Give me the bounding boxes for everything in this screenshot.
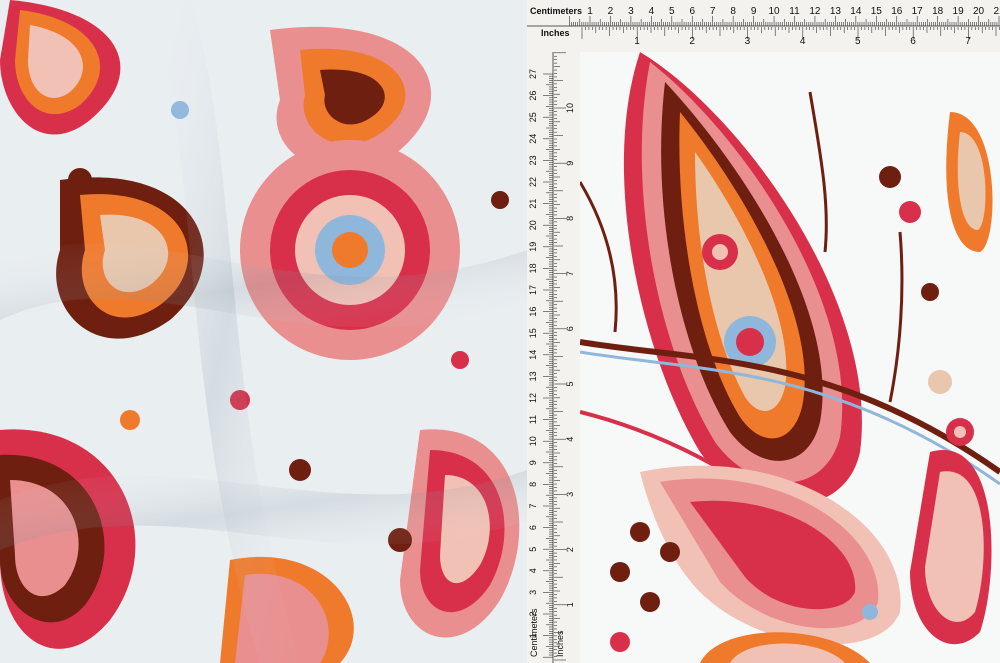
flat-fabric-panel	[580, 52, 1000, 663]
top-inch-tick-label: 2	[689, 36, 695, 47]
side-inch-tick-label: 3	[565, 492, 575, 497]
top-cm-tick-label: 16	[891, 6, 903, 17]
side-cm-tick-label: 13	[528, 371, 538, 381]
side-inch-tick-label: 8	[565, 216, 575, 221]
top-inch-tick-label: 3	[745, 36, 751, 47]
side-inch-tick-label: 4	[565, 437, 575, 442]
side-cm-tick-label: 21	[528, 199, 538, 209]
top-cm-tick-label: 21	[993, 6, 1000, 17]
side-ruler-scale: 2726252423222120191817161514131211109876…	[528, 52, 575, 663]
top-cm-tick-label: 5	[669, 6, 675, 17]
side-cm-tick-label: 6	[528, 525, 538, 530]
top-inch-tick-label: 4	[800, 36, 806, 47]
top-cm-tick-label: 15	[871, 6, 883, 17]
top-cm-tick-label: 2	[608, 6, 614, 17]
top-cm-tick-label: 6	[689, 6, 695, 17]
side-cm-tick-label: 17	[528, 285, 538, 295]
top-cm-tick-label: 14	[850, 6, 862, 17]
side-cm-tick-label: 10	[528, 436, 538, 446]
side-cm-tick-label: 4	[528, 568, 538, 573]
top-cm-tick-label: 9	[751, 6, 757, 17]
draped-fabric-panel	[0, 0, 527, 663]
fabric-photo: 123456789101112131415161718192021 123456…	[0, 0, 1000, 663]
top-cm-tick-label: 18	[932, 6, 944, 17]
top-cm-tick-label: 12	[809, 6, 821, 17]
side-cm-tick-label: 14	[528, 350, 538, 360]
top-cm-tick-label: 4	[649, 6, 655, 17]
side-cm-tick-label: 3	[528, 590, 538, 595]
side-cm-tick-label: 22	[528, 177, 538, 187]
flat-paisley-print	[580, 52, 1000, 663]
top-inch-tick-label: 7	[965, 36, 971, 47]
top-cm-tick-label: 13	[830, 6, 842, 17]
top-cm-tick-label: 8	[730, 6, 736, 17]
side-cm-tick-label: 11	[528, 415, 538, 424]
top-cm-tick-label: 20	[973, 6, 985, 17]
side-cm-tick-label: 7	[528, 503, 538, 508]
side-cm-tick-label: 9	[528, 460, 538, 465]
side-cm-label: Centimeters	[529, 608, 539, 657]
side-cm-tick-label: 12	[528, 393, 538, 403]
top-cm-ticks: 123456789101112131415161718192021	[569, 6, 1000, 26]
top-inch-ticks: 12345678	[581, 27, 1000, 47]
top-cm-tick-label: 19	[953, 6, 965, 17]
top-cm-tick-label: 3	[628, 6, 634, 17]
top-inch-tick-label: 1	[634, 36, 640, 47]
side-cm-tick-label: 15	[528, 328, 538, 338]
top-ruler: 123456789101112131415161718192021 123456…	[527, 0, 1000, 53]
top-cm-tick-label: 1	[587, 6, 593, 17]
side-cm-tick-label: 26	[528, 91, 538, 101]
side-inch-tick-label: 2	[565, 547, 575, 552]
top-cm-tick-label: 7	[710, 6, 716, 17]
side-inch-tick-label: 9	[565, 161, 575, 166]
side-cm-tick-label: 19	[528, 242, 538, 252]
side-inch-ticks: 10 9 8 7 6 5 4 3 2 1	[554, 52, 575, 661]
top-cm-tick-label: 10	[768, 6, 780, 17]
top-cm-tick-label: 11	[789, 6, 800, 17]
side-inch-tick-label: 7	[565, 271, 575, 276]
side-cm-tick-label: 16	[528, 307, 538, 317]
side-cm-tick-label: 18	[528, 263, 538, 273]
top-cm-tick-label: 17	[912, 6, 924, 17]
side-cm-tick-label: 5	[528, 547, 538, 552]
side-inch-tick-label: 10	[565, 103, 575, 113]
inch-label: Inches	[541, 28, 570, 38]
side-ruler: 27 26 25 24 23 22 21 20 19 18 17 16 15 14 13 12 11 10 9 8 7 6…	[527, 52, 581, 663]
side-inch-tick-label: 6	[565, 326, 575, 331]
draped-paisley-print	[0, 0, 527, 663]
side-cm-tick-label: 25	[528, 112, 538, 122]
side-cm-tick-label: 24	[528, 134, 538, 144]
top-inch-tick-label: 6	[910, 36, 916, 47]
top-ruler-scale: 123456789101112131415161718192021 123456…	[527, 6, 1000, 47]
side-inch-tick-label: 1	[565, 602, 575, 607]
side-cm-tick-label: 27	[528, 69, 538, 79]
side-inch-tick-label: 5	[565, 381, 575, 386]
flower-medallion	[240, 140, 460, 360]
side-cm-tick-label: 20	[528, 220, 538, 230]
side-inch-label: Inches	[555, 630, 565, 657]
top-inch-tick-label: 5	[855, 36, 861, 47]
side-cm-tick-label: 23	[528, 155, 538, 165]
side-cm-tick-label: 8	[528, 482, 538, 487]
cm-label: Centimeters	[530, 6, 583, 16]
side-cm-ticks: 27 26 25 24 23 22 21 20 19 18 17 16 15 14 13 12 11 10 9 8 7 6…	[528, 69, 553, 658]
